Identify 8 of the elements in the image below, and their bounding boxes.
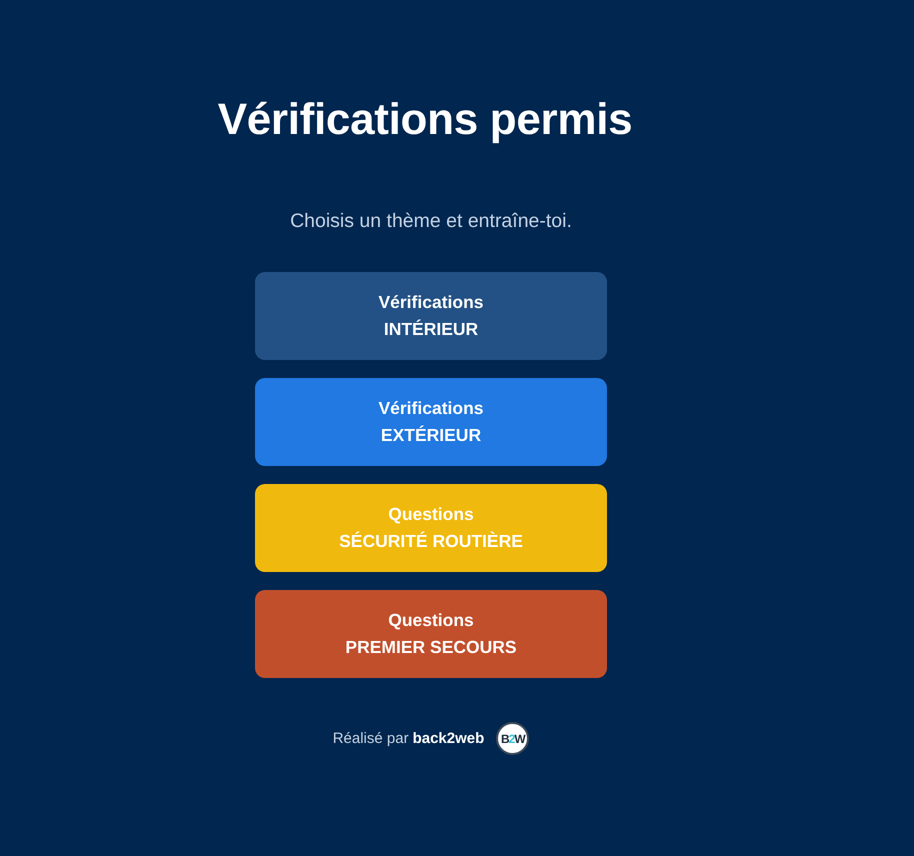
credit-text: Réalisé par <box>332 729 409 748</box>
theme-button[interactable]: Questions PREMIER SECOURS <box>255 590 607 678</box>
theme-button[interactable]: Vérifications INTÉRIEUR <box>255 272 607 360</box>
author-link[interactable]: back2web <box>412 729 484 748</box>
logo: B2W <box>496 722 530 755</box>
page-title: Vérifications permis <box>218 94 632 146</box>
subtitle: Choisis un thème et entraîne-toi. <box>290 209 572 233</box>
theme-button[interactable]: Vérifications EXTÉRIEUR <box>255 378 607 466</box>
